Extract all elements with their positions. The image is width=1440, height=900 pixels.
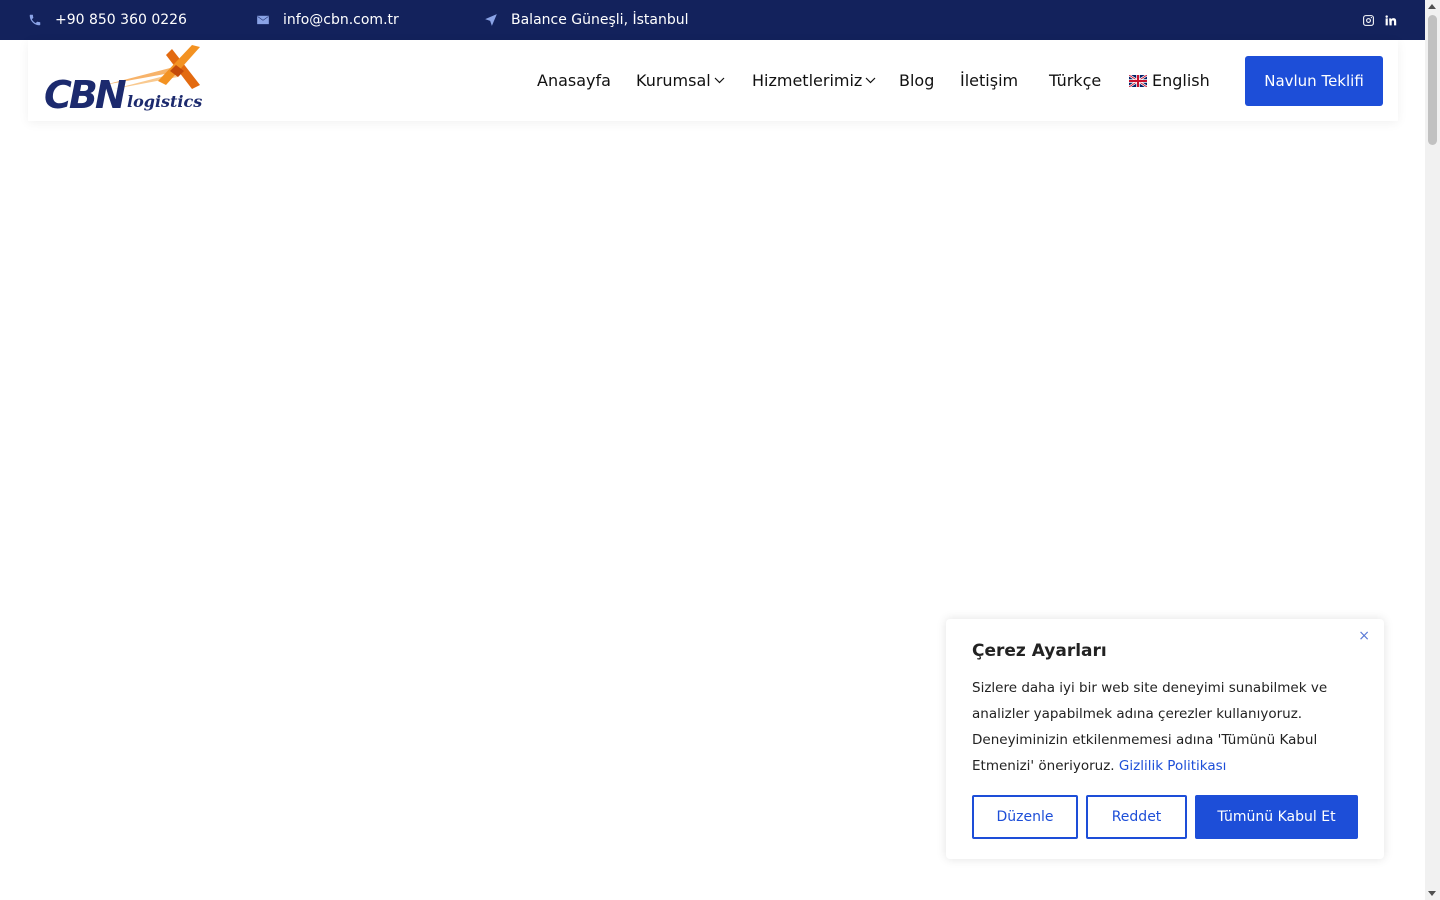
page-scrollbar[interactable] (1425, 0, 1440, 900)
scroll-down-arrow-icon[interactable] (1428, 891, 1436, 896)
nav-label: Blog (899, 71, 935, 90)
cookie-reject-button[interactable]: Reddet (1086, 795, 1187, 839)
linkedin-icon[interactable] (1384, 14, 1397, 27)
envelope-icon (257, 15, 269, 25)
cookie-description: Sizlere daha iyi bir web site deneyimi s… (972, 675, 1364, 779)
chevron-down-icon (714, 77, 725, 84)
nav-label: Hizmetlerimiz (752, 71, 863, 90)
scroll-up-arrow-icon[interactable] (1428, 4, 1436, 9)
nav-label: Anasayfa (537, 71, 611, 90)
social-links (1362, 0, 1397, 40)
address-text: Balance Güneşli, İstanbul (511, 12, 689, 28)
cookie-title: Çerez Ayarları (972, 641, 1107, 661)
uk-flag-icon (1129, 74, 1147, 87)
phone-text: +90 850 360 0226 (55, 12, 187, 28)
email-contact[interactable]: info@cbn.com.tr (256, 0, 399, 40)
nav-item-iletisim[interactable]: İletişim (960, 40, 1018, 121)
privacy-policy-link[interactable]: Gizlilik Politikası (1119, 758, 1227, 774)
instagram-icon[interactable] (1362, 14, 1375, 27)
nav-label: Türkçe (1049, 71, 1102, 90)
lang-turkce[interactable]: Türkçe (1049, 40, 1101, 121)
nav-item-kurumsal[interactable]: Kurumsal (636, 40, 725, 121)
nav-item-hizmetlerimiz[interactable]: Hizmetlerimiz (752, 40, 876, 121)
phone-icon (29, 14, 41, 26)
cookie-edit-button[interactable]: Düzenle (972, 795, 1078, 839)
close-icon[interactable]: × (1358, 629, 1370, 643)
address-contact[interactable]: Balance Güneşli, İstanbul (484, 0, 688, 40)
scrollbar-thumb[interactable] (1428, 15, 1437, 145)
logo-sub-text: logistics (127, 92, 203, 111)
nav-label: İletişim (960, 71, 1019, 90)
phone-contact[interactable]: +90 850 360 0226 (28, 0, 187, 40)
nav-label: English (1152, 71, 1210, 90)
freight-quote-button[interactable]: Navlun Teklifi (1245, 56, 1383, 106)
cbn-logo[interactable]: CBN logistics (44, 45, 219, 117)
top-bar: +90 850 360 0226 info@cbn.com.tr Balance… (0, 0, 1425, 40)
chevron-down-icon (865, 77, 876, 84)
logo-main-text: CBN (44, 73, 127, 117)
location-arrow-icon (485, 14, 497, 26)
cookie-consent-popup: × Çerez Ayarları Sizlere daha iyi bir we… (946, 619, 1384, 859)
lang-english[interactable]: English (1129, 40, 1210, 121)
nav-label: Kurumsal (636, 71, 711, 90)
email-text: info@cbn.com.tr (283, 12, 399, 28)
main-header: CBN logistics Anasayfa Kurumsal Hizmetle… (28, 40, 1398, 121)
nav-item-anasayfa[interactable]: Anasayfa (537, 40, 611, 121)
cookie-accept-all-button[interactable]: Tümünü Kabul Et (1195, 795, 1358, 839)
nav-item-blog[interactable]: Blog (899, 40, 934, 121)
